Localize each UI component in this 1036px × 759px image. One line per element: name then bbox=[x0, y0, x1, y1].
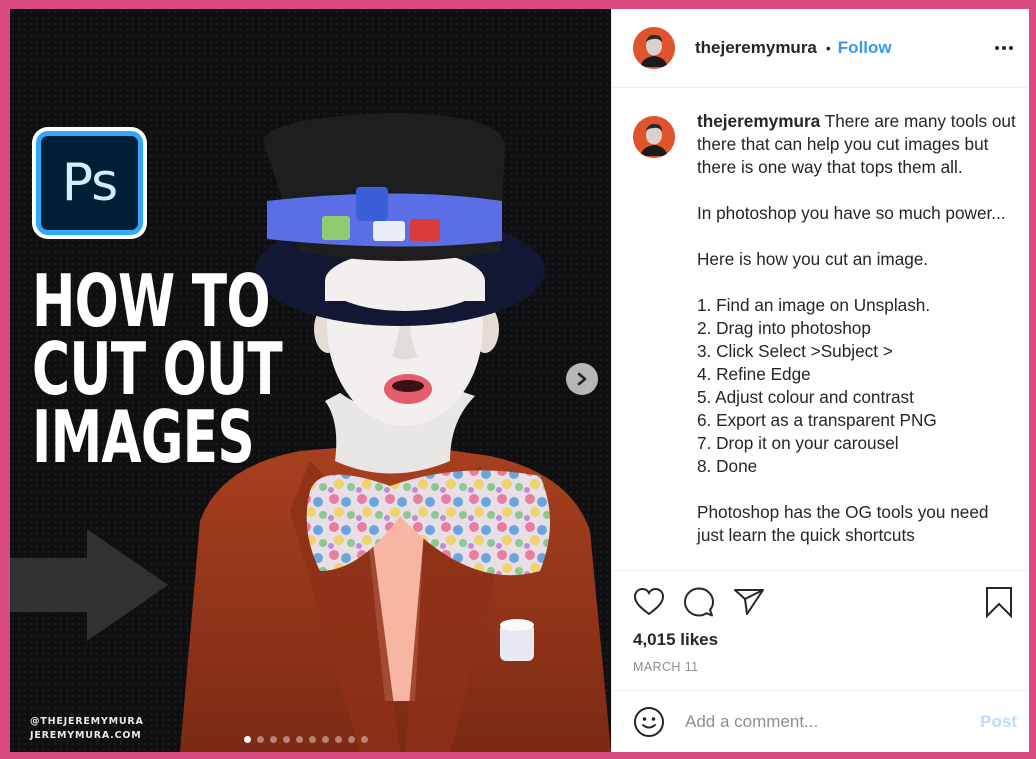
post-comment-button[interactable]: Post bbox=[980, 712, 1017, 732]
chevron-right-icon bbox=[577, 372, 587, 386]
caption-step: 4. Refine Edge bbox=[697, 364, 811, 384]
caption-step: 1. Find an image on Unsplash. bbox=[697, 295, 931, 315]
caption-username[interactable]: thejeremymura bbox=[697, 111, 820, 131]
paper-plane-icon bbox=[734, 589, 764, 615]
carousel-dot[interactable] bbox=[270, 736, 277, 743]
smiley-icon[interactable] bbox=[633, 706, 665, 738]
caption-paragraph: thejeremymura There are many tools out t… bbox=[697, 110, 1017, 179]
credit-website: JEREMYMURA.COM bbox=[30, 730, 142, 741]
credit-handle: @THEJEREMYMURA bbox=[30, 716, 144, 727]
comment-bar: Post bbox=[612, 690, 1029, 752]
share-button[interactable] bbox=[733, 585, 767, 619]
caption-step: 3. Click Select >Subject > bbox=[697, 341, 893, 361]
heart-icon bbox=[633, 587, 665, 616]
comment-input[interactable] bbox=[685, 711, 981, 732]
follow-button[interactable]: Follow bbox=[838, 38, 892, 58]
like-button[interactable] bbox=[633, 585, 667, 619]
header-username[interactable]: thejeremymura bbox=[695, 38, 817, 58]
headline-line-3: IMAGES bbox=[32, 395, 255, 479]
caption-step: 6. Export as a transparent PNG bbox=[697, 410, 937, 430]
carousel-indicator bbox=[244, 736, 368, 743]
caption-steps-list: 1. Find an image on Unsplash. 2. Drag in… bbox=[697, 294, 1017, 478]
instagram-post-modal: Ps HOW TO CUT OUT IMAGES @THEJEREMYMURA … bbox=[10, 9, 1029, 752]
bookmark-icon bbox=[986, 587, 1012, 618]
carousel-dot[interactable] bbox=[348, 736, 355, 743]
carousel-dot[interactable] bbox=[335, 736, 342, 743]
caption-paragraph: Here is how you cut an image. bbox=[697, 248, 1017, 271]
comment-button[interactable] bbox=[683, 585, 717, 619]
caption-text-line: In photoshop you have so much power... bbox=[697, 203, 1006, 223]
post-date[interactable]: MARCH 11 bbox=[633, 660, 1019, 674]
caption-step: 2. Drag into photoshop bbox=[697, 318, 871, 338]
headline: HOW TO CUT OUT IMAGES bbox=[32, 259, 283, 479]
avatar-image bbox=[633, 116, 675, 158]
caption-step: 7. Drop it on your carousel bbox=[697, 433, 899, 453]
save-button[interactable] bbox=[985, 585, 1019, 619]
photoshop-logo-text: Ps bbox=[36, 131, 143, 235]
more-options-button[interactable] bbox=[991, 40, 1017, 56]
more-dot bbox=[1009, 46, 1013, 50]
post-media[interactable]: Ps HOW TO CUT OUT IMAGES @THEJEREMYMURA … bbox=[10, 9, 611, 752]
caption-text-line: Here is how you cut an image. bbox=[697, 249, 929, 269]
action-icons bbox=[633, 585, 1019, 619]
avatar[interactable] bbox=[633, 27, 675, 69]
post-actions: 4,015 likes MARCH 11 bbox=[612, 570, 1029, 690]
post-header: thejeremymura • Follow bbox=[612, 9, 1029, 88]
caption-step: 5. Adjust colour and contrast bbox=[697, 387, 914, 407]
caption-paragraph: Photoshop has the OG tools you need just… bbox=[697, 501, 1017, 547]
carousel-dot[interactable] bbox=[322, 736, 329, 743]
caption-text-line: Photoshop has the OG tools you need just… bbox=[697, 502, 989, 545]
likes-count[interactable]: 4,015 likes bbox=[633, 630, 1019, 650]
header-separator: • bbox=[825, 40, 831, 56]
headline-line-2: CUT OUT bbox=[32, 327, 283, 411]
more-dot bbox=[1002, 46, 1006, 50]
caption-step: 8. Done bbox=[697, 456, 758, 476]
media-credits: @THEJEREMYMURA JEREMYMURA.COM bbox=[30, 715, 144, 743]
headline-line-1: HOW TO bbox=[32, 259, 271, 343]
photoshop-logo-icon: Ps bbox=[32, 127, 147, 239]
caption-scroll-area[interactable]: thejeremymura There are many tools out t… bbox=[612, 88, 1029, 570]
caption-avatar[interactable] bbox=[633, 116, 675, 158]
more-horizontal-icon bbox=[995, 46, 999, 50]
caption: thejeremymura There are many tools out t… bbox=[697, 110, 1017, 570]
carousel-dot[interactable] bbox=[257, 736, 264, 743]
carousel-dot[interactable] bbox=[283, 736, 290, 743]
comment-icon bbox=[684, 587, 714, 617]
carousel-next-button[interactable] bbox=[566, 363, 598, 395]
carousel-dot[interactable] bbox=[309, 736, 316, 743]
caption-paragraph: In photoshop you have so much power... bbox=[697, 202, 1017, 225]
carousel-dot[interactable] bbox=[361, 736, 368, 743]
post-sidebar: thejeremymura • Follow thejeremymura The… bbox=[611, 9, 1029, 752]
avatar-image bbox=[633, 27, 675, 69]
right-arrow-graphic bbox=[10, 529, 168, 641]
carousel-dot[interactable] bbox=[296, 736, 303, 743]
carousel-dot-active[interactable] bbox=[244, 736, 251, 743]
